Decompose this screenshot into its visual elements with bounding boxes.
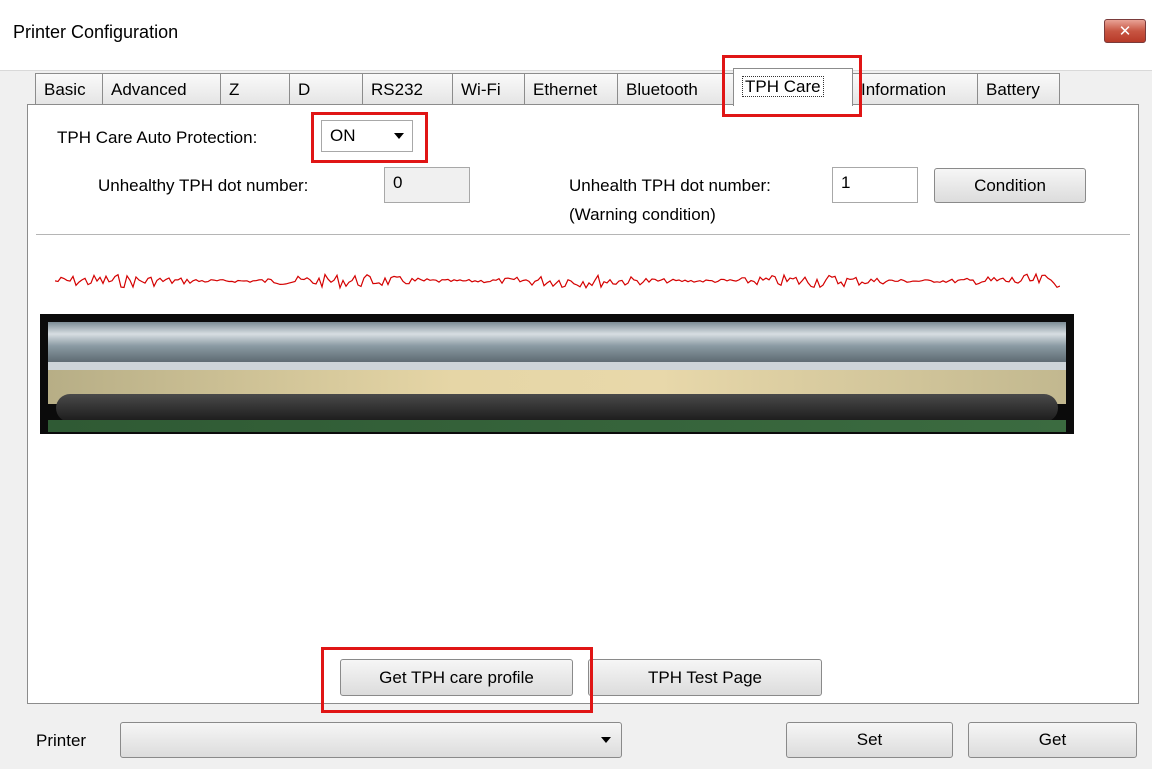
tab-label: Z (229, 80, 240, 99)
tab-label: Advanced (111, 80, 187, 99)
tab-battery[interactable]: Battery (977, 73, 1060, 105)
tab-advanced[interactable]: Advanced (102, 73, 221, 105)
tab-basic[interactable]: Basic (35, 73, 103, 105)
auto-protection-label: TPH Care Auto Protection: (57, 128, 258, 147)
close-button[interactable]: ✕ (1104, 19, 1146, 43)
warning-dot-label: Unhealth TPH dot number: (569, 176, 771, 195)
highlight-tph-care-tab (722, 55, 862, 117)
tab-label: Ethernet (533, 80, 598, 99)
highlight-get-profile (321, 647, 593, 713)
tph-waveform (55, 272, 1060, 290)
tab-d[interactable]: D (289, 73, 363, 105)
tab-label: Battery (986, 80, 1040, 99)
tab-wifi[interactable]: Wi-Fi (452, 73, 525, 105)
tab-label: Wi-Fi (461, 80, 501, 99)
unhealthy-dot-field[interactable]: 0 (384, 167, 470, 203)
chevron-down-icon (601, 737, 611, 743)
close-icon: ✕ (1118, 23, 1132, 40)
title-bar: Printer Configuration ✕ (0, 0, 1152, 71)
tab-ethernet[interactable]: Ethernet (524, 73, 618, 105)
tab-bluetooth[interactable]: Bluetooth (617, 73, 734, 105)
set-button[interactable]: Set (786, 722, 953, 758)
tab-label: RS232 (371, 80, 423, 99)
condition-button[interactable]: Condition (934, 168, 1086, 203)
tph-photo (40, 314, 1074, 434)
tab-label: Bluetooth (626, 80, 698, 99)
warning-condition-note: (Warning condition) (569, 205, 716, 224)
printer-select[interactable] (120, 722, 622, 758)
window-title: Printer Configuration (13, 22, 179, 42)
divider (36, 234, 1130, 235)
tab-information[interactable]: Information (852, 73, 978, 105)
tab-label: D (298, 80, 311, 99)
tab-label: Basic (44, 80, 86, 99)
highlight-auto-protection (311, 112, 428, 163)
tab-label: Information (861, 80, 947, 99)
tab-rs232[interactable]: RS232 (362, 73, 453, 105)
tph-test-page-button[interactable]: TPH Test Page (588, 659, 822, 696)
tab-z[interactable]: Z (220, 73, 290, 105)
get-button[interactable]: Get (968, 722, 1137, 758)
warning-dot-field[interactable]: 1 (832, 167, 918, 203)
unhealthy-dot-label: Unhealthy TPH dot number: (98, 176, 309, 195)
printer-label: Printer (36, 731, 87, 750)
